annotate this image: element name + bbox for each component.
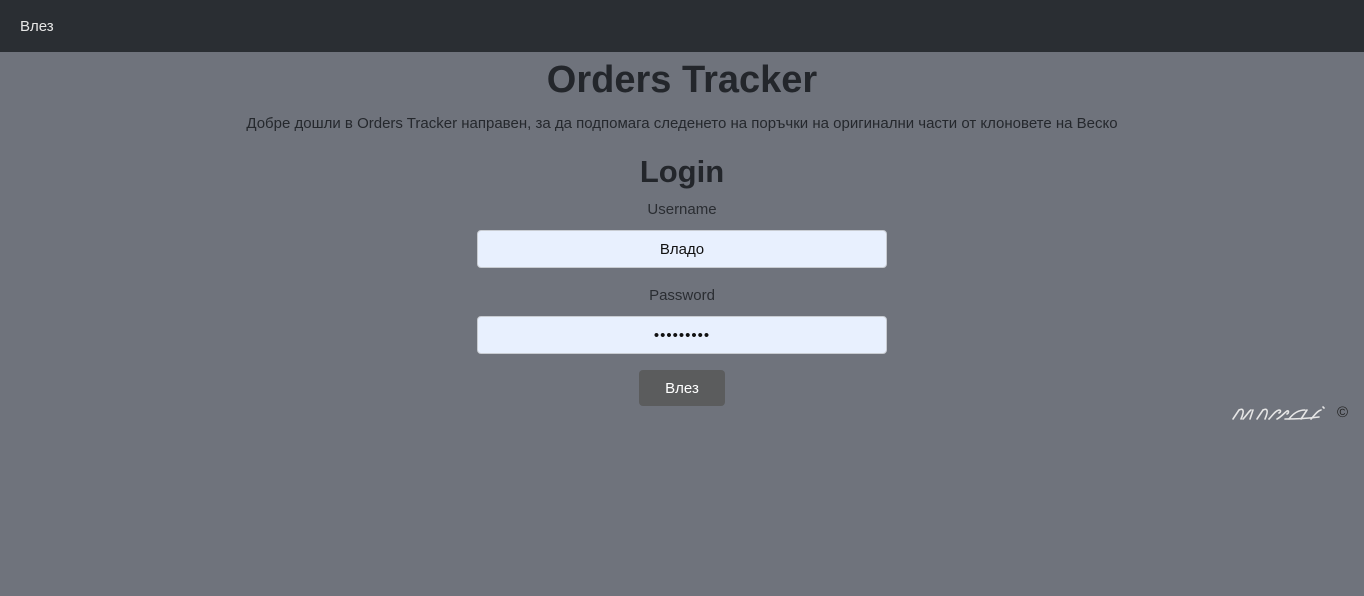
signature-logo: [1232, 405, 1325, 420]
password-label: Password: [649, 287, 715, 304]
username-input[interactable]: [477, 230, 887, 268]
login-heading: Login: [639, 154, 725, 189]
top-navbar: Влез: [0, 0, 1364, 52]
welcome-text: Добре дошли в Orders Tracker направен, з…: [246, 115, 1118, 132]
password-input[interactable]: [477, 316, 887, 354]
login-form: Username Password Влез: [0, 200, 1364, 406]
login-submit-button[interactable]: Влез: [639, 370, 725, 406]
username-label: Username: [647, 201, 717, 218]
nav-login-link[interactable]: Влез: [20, 18, 54, 35]
author-signature: ©: [1231, 404, 1348, 421]
copyright-symbol: ©: [1336, 404, 1348, 421]
main-content: Orders Tracker Добре дошли в Orders Trac…: [0, 52, 1364, 421]
app-title: Orders Tracker: [546, 59, 818, 101]
